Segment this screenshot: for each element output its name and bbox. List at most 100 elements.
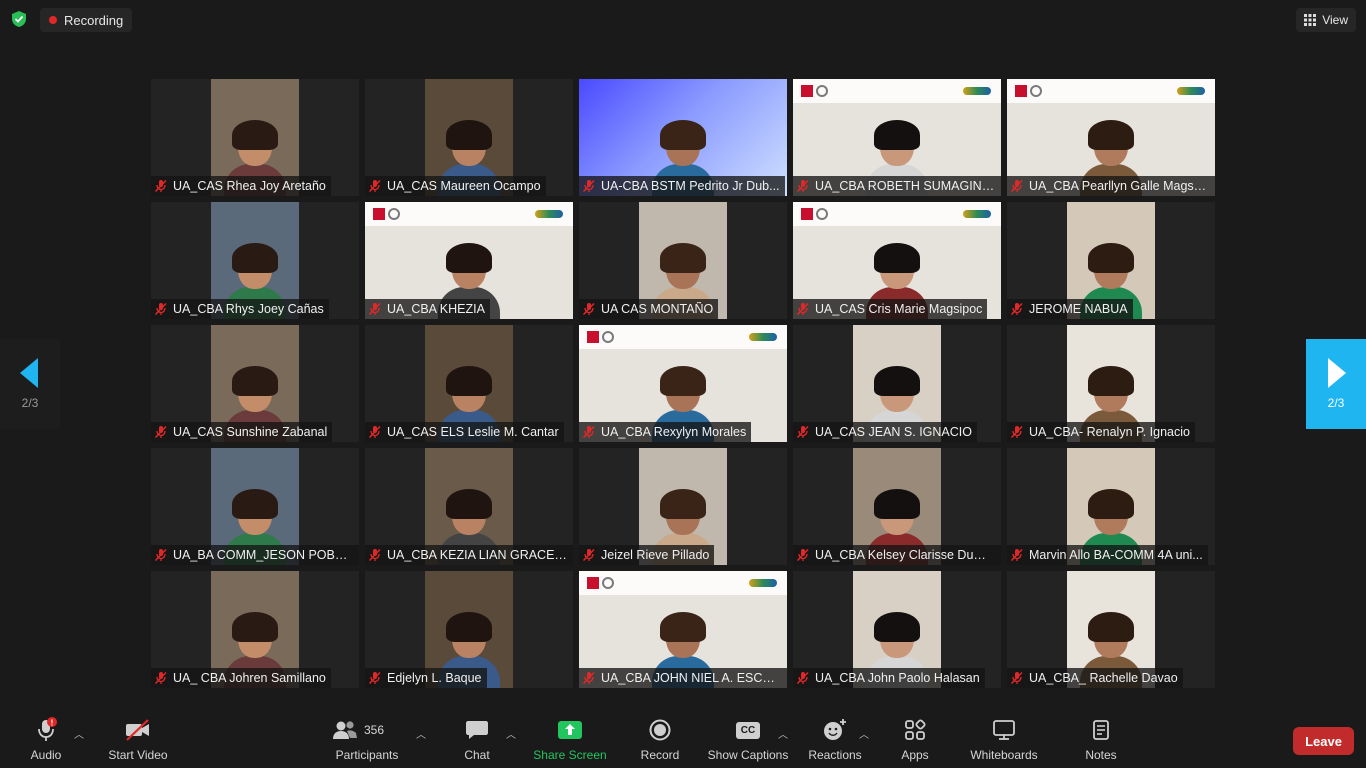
participant-tile[interactable]: UA_CAS Rhea Joy Aretaño — [151, 79, 359, 196]
participant-tile[interactable]: UA_CBA JOHN NIEL A. ESCOT... — [579, 571, 787, 688]
participant-name: UA_CBA KHEZIA — [387, 302, 485, 316]
leave-button[interactable]: Leave — [1293, 727, 1354, 755]
share-screen-button[interactable]: Share Screen — [532, 710, 608, 768]
webinar-slide-banner — [793, 202, 1001, 226]
mic-muted-icon — [796, 425, 809, 439]
mic-muted-icon — [154, 179, 167, 193]
reactions-button[interactable]: Reactions — [806, 710, 864, 768]
participant-tile[interactable]: UA_CBA KEZIA LIAN GRACE E.... — [365, 448, 573, 565]
captions-options-caret-icon[interactable]: ︿ — [778, 726, 788, 741]
whiteboards-button[interactable]: Whiteboards — [966, 710, 1042, 768]
notes-icon — [1091, 717, 1111, 743]
recording-label: Recording — [64, 12, 124, 28]
participant-name-tag: UA_BA COMM_JESON POBLA... — [151, 545, 359, 565]
previous-page-button[interactable]: 2/3 — [0, 339, 60, 429]
mic-muted-icon — [154, 302, 167, 316]
participant-tile[interactable]: Marvin Allo BA-COMM 4A uni... — [1007, 448, 1215, 565]
share-screen-label: Share Screen — [533, 748, 607, 762]
page-indicator-right: 2/3 — [1327, 396, 1345, 410]
mic-muted-icon — [796, 671, 809, 685]
svg-text:!: ! — [51, 719, 54, 728]
participant-tile[interactable]: UA_CBA KHEZIA — [365, 202, 573, 319]
microphone-icon: ! — [35, 717, 57, 743]
participant-tile[interactable]: UA_CAS Maureen Ocampo — [365, 79, 573, 196]
mic-muted-icon — [368, 671, 381, 685]
participant-name: UA_CAS ELS Leslie M. Cantar — [387, 425, 559, 439]
participant-tile[interactable]: UA_CAS Cris Marie Magsipoc — [793, 202, 1001, 319]
participant-name-tag: UA_CBA- Renalyn P. Ignacio — [1007, 422, 1195, 442]
recording-indicator[interactable]: Recording — [40, 8, 133, 32]
participant-name: UA_CBA KEZIA LIAN GRACE E.... — [387, 548, 568, 562]
start-video-button[interactable]: Start Video — [106, 710, 170, 768]
reactions-label: Reactions — [808, 748, 862, 762]
participant-name: UA_CBA ROBETH SUMAGING... — [815, 179, 996, 193]
participant-tile[interactable]: UA_CBA- Renalyn P. Ignacio — [1007, 325, 1215, 442]
participant-tile[interactable]: UA_CBA Pearllyn Galle Magsp... — [1007, 79, 1215, 196]
participant-tile[interactable]: UA_CBA Rexylyn Morales — [579, 325, 787, 442]
mic-muted-icon — [1010, 425, 1023, 439]
mic-muted-icon — [1010, 671, 1023, 685]
participant-tile[interactable]: UA_CBA John Paolo Halasan — [793, 571, 1001, 688]
view-label: View — [1322, 13, 1348, 27]
participant-name: UA_CBA- Renalyn P. Ignacio — [1029, 425, 1190, 439]
participant-name-tag: UA_CBA_ Rachelle Davao — [1007, 668, 1183, 688]
participant-tile[interactable]: UA_CAS JEAN S. IGNACIO — [793, 325, 1001, 442]
chat-button[interactable]: Chat — [458, 710, 496, 768]
participant-name-tag: UA_CBA John Paolo Halasan — [793, 668, 985, 688]
participant-tile[interactable]: UA_CBA ROBETH SUMAGING... — [793, 79, 1001, 196]
participant-name-tag: Edjelyn L. Baque — [365, 668, 487, 688]
participant-name: UA_BA COMM_JESON POBLA... — [173, 548, 354, 562]
participant-name-tag: UA_CBA KEZIA LIAN GRACE E.... — [365, 545, 573, 565]
notes-button[interactable]: Notes — [1082, 710, 1120, 768]
mic-muted-icon — [582, 302, 595, 316]
grid-view-icon — [1304, 14, 1317, 26]
participant-tile[interactable]: Edjelyn L. Baque — [365, 571, 573, 688]
apps-button[interactable]: Apps — [898, 710, 932, 768]
participants-label: Participants — [335, 748, 399, 762]
apps-label: Apps — [901, 748, 929, 762]
page-indicator-left: 2/3 — [21, 396, 39, 410]
mic-muted-icon — [1010, 179, 1023, 193]
participant-name: JEROME NABUA — [1029, 302, 1128, 316]
participant-tile[interactable]: UA_CBA Kelsey Clarisse Dumd... — [793, 448, 1001, 565]
chat-options-caret-icon[interactable]: ︿ — [506, 726, 516, 741]
participant-name-tag: Marvin Allo BA-COMM 4A uni... — [1007, 545, 1208, 565]
participant-name-tag: UA_CBA ROBETH SUMAGING... — [793, 176, 1001, 196]
participant-tile[interactable]: UA_ CBA Johren Samillano — [151, 571, 359, 688]
participant-name: UA_ CBA Johren Samillano — [173, 671, 326, 685]
participant-name: UA_CBA Rhys Joey Cañas — [173, 302, 324, 316]
record-button[interactable]: Record — [638, 710, 682, 768]
mic-muted-icon — [368, 179, 381, 193]
mic-muted-icon — [582, 425, 595, 439]
security-shield-icon[interactable] — [8, 8, 30, 30]
participant-name: UA_CAS Sunshine Zabanal — [173, 425, 328, 439]
participant-name: UA_CBA Rexylyn Morales — [601, 425, 747, 439]
reactions-options-caret-icon[interactable]: ︿ — [859, 726, 869, 741]
view-button[interactable]: View — [1296, 8, 1356, 32]
participant-tile[interactable]: UA CAS MONTAÑO — [579, 202, 787, 319]
participants-options-caret-icon[interactable]: ︿ — [416, 726, 426, 741]
participants-count: 356 — [364, 723, 385, 737]
mic-muted-icon — [1010, 548, 1023, 562]
next-page-button[interactable]: 2/3 — [1306, 339, 1366, 429]
audio-button[interactable]: ! Audio — [22, 710, 70, 768]
chevron-right-icon — [1328, 358, 1346, 388]
participant-name: UA_CBA Pearllyn Galle Magsp... — [1029, 179, 1210, 193]
audio-options-caret-icon[interactable]: ︿ — [74, 726, 84, 741]
participant-tile[interactable]: UA_CAS Sunshine Zabanal — [151, 325, 359, 442]
participant-tile[interactable]: UA_BA COMM_JESON POBLA... — [151, 448, 359, 565]
participant-tile[interactable]: UA_CAS ELS Leslie M. Cantar — [365, 325, 573, 442]
whiteboards-label: Whiteboards — [970, 748, 1038, 762]
participant-tile[interactable]: UA_CBA_ Rachelle Davao — [1007, 571, 1215, 688]
mic-muted-icon — [154, 548, 167, 562]
participant-tile[interactable]: UA_CBA Rhys Joey Cañas — [151, 202, 359, 319]
chevron-left-icon — [20, 358, 38, 388]
participant-tile[interactable]: Jeizel Rieve Pillado — [579, 448, 787, 565]
audio-label: Audio — [30, 748, 62, 762]
participants-button[interactable]: 356 Participants — [330, 710, 404, 768]
participant-tile[interactable]: UA-CBA BSTM Pedrito Jr Dub... — [579, 79, 787, 196]
mic-muted-icon — [1010, 302, 1023, 316]
record-label: Record — [640, 748, 680, 762]
participant-tile[interactable]: JEROME NABUA — [1007, 202, 1215, 319]
meeting-toolbar: ! Audio ︿ Start Video 356 Participants ︿… — [0, 710, 1366, 768]
